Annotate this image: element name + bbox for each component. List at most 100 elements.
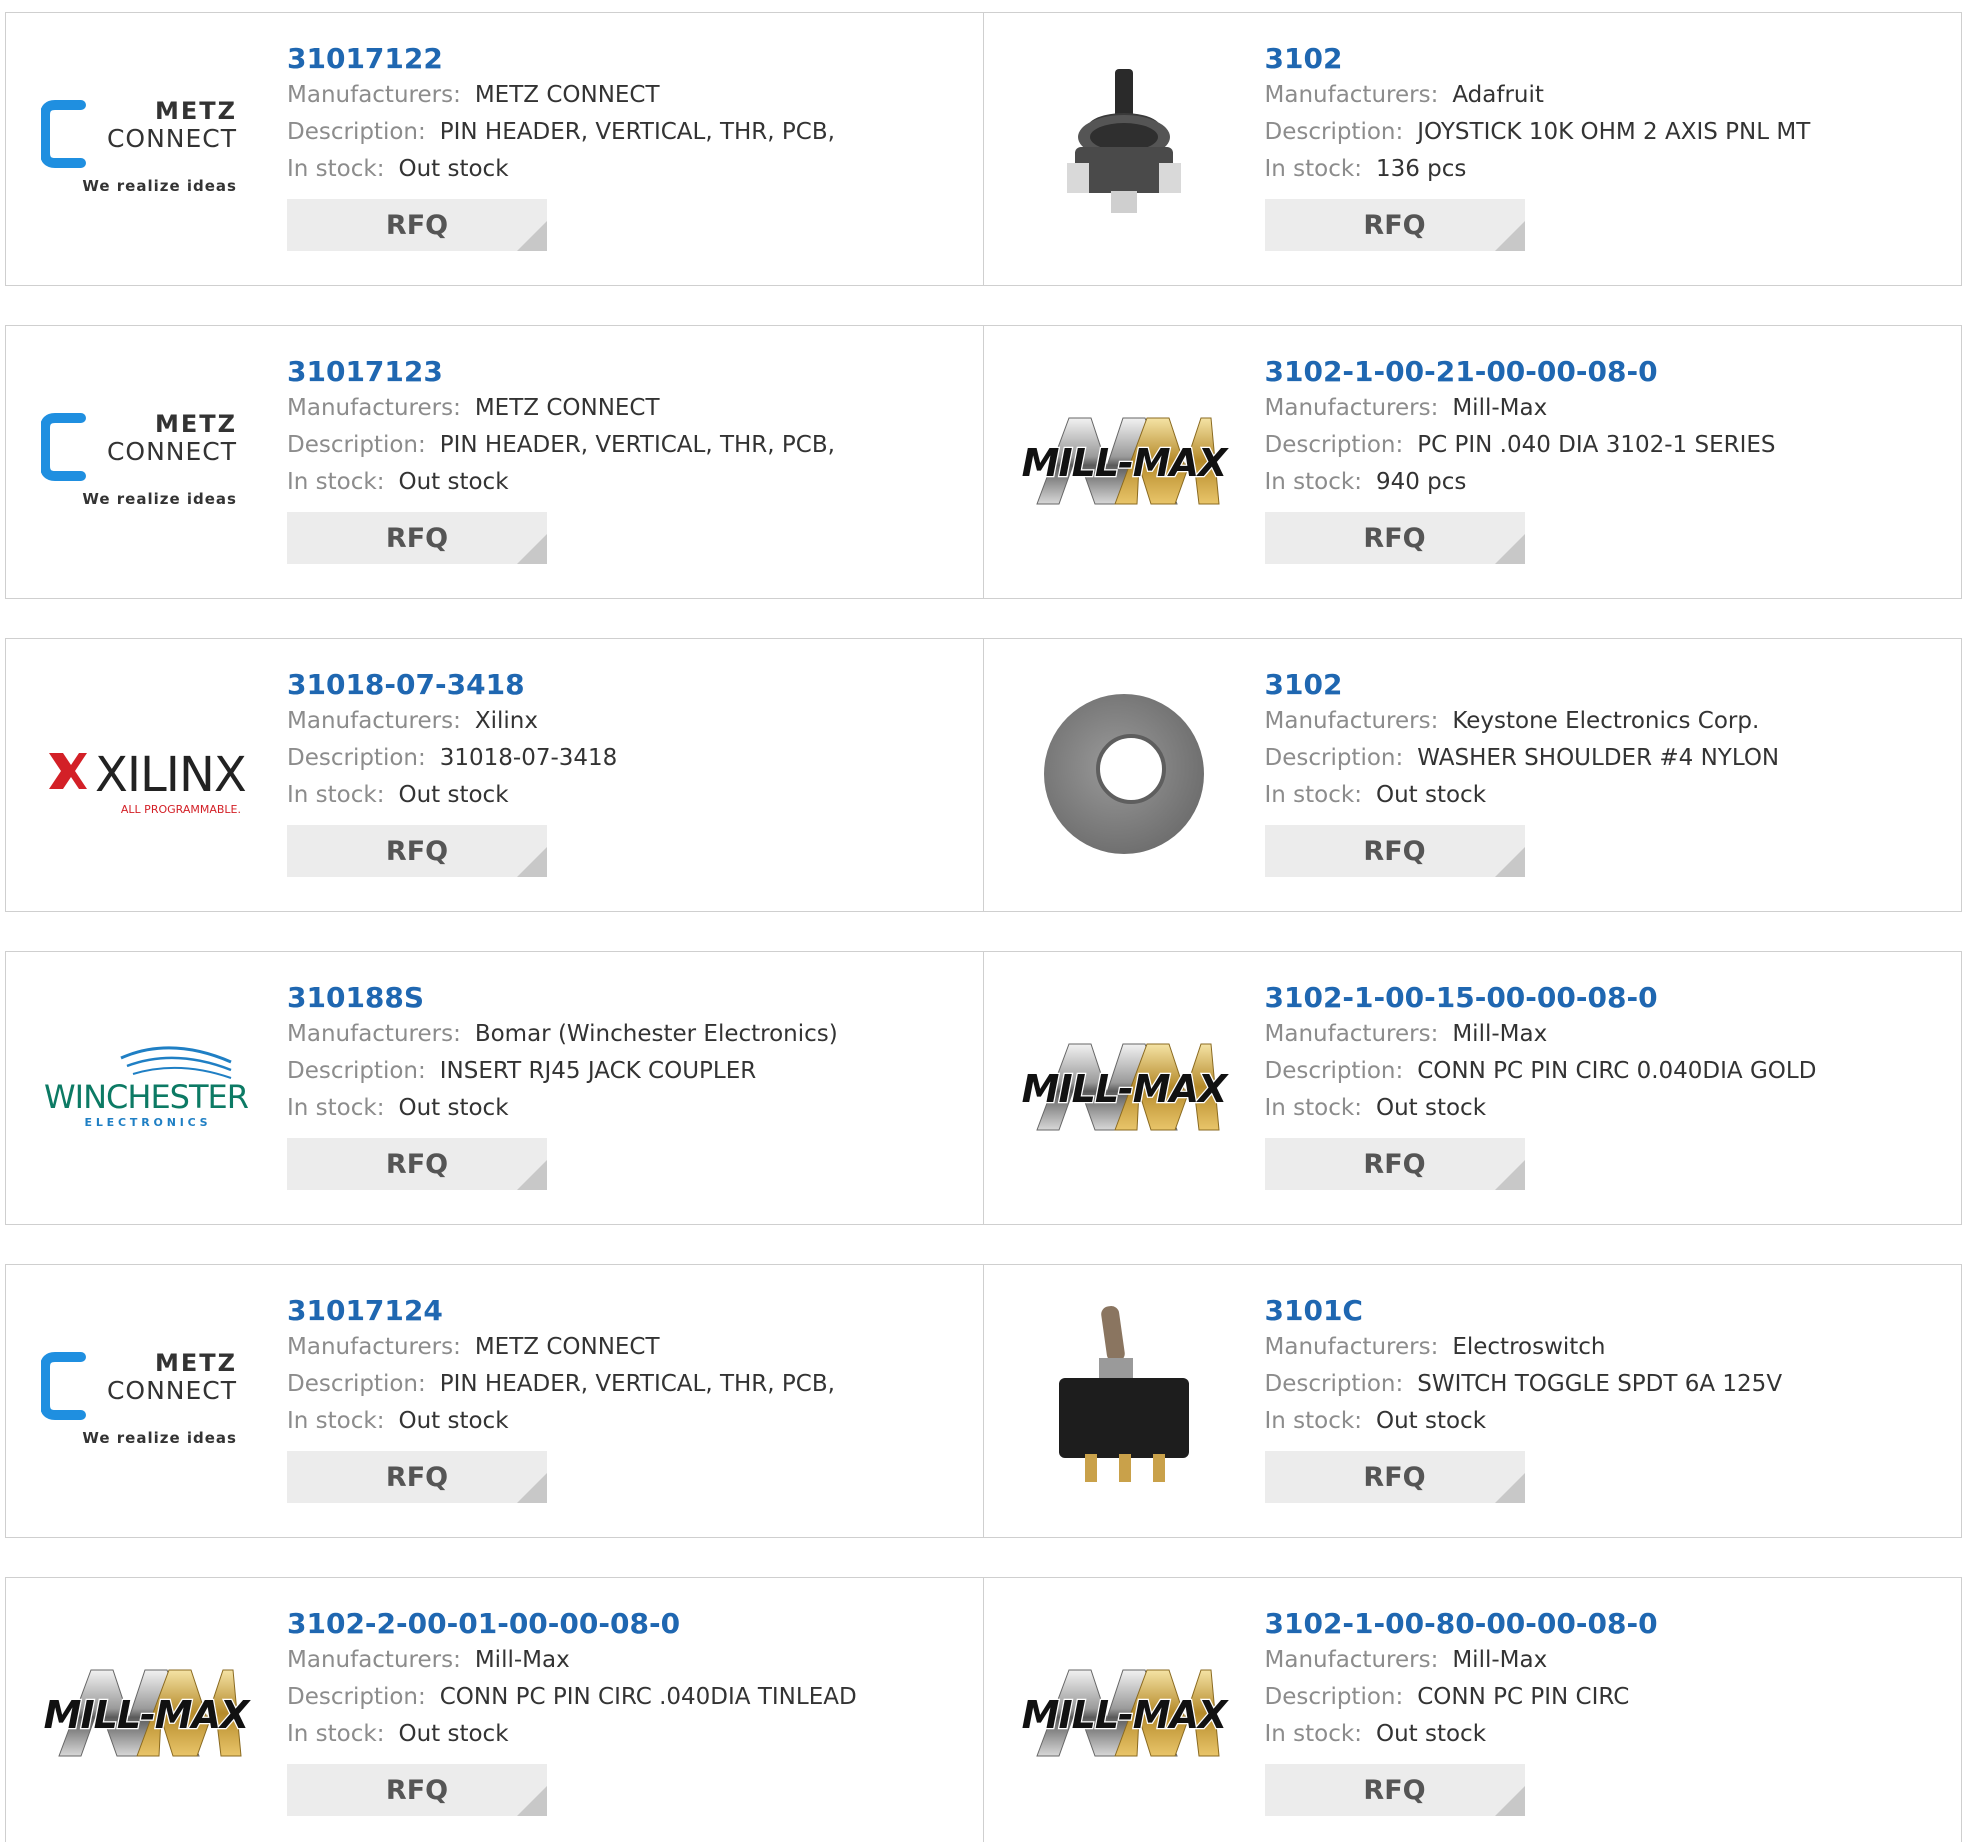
- description-line: Description: INSERT RJ45 JACK COUPLER: [287, 1053, 973, 1090]
- metz-logo-line2: CONNECT: [107, 437, 237, 466]
- product-grid: METZ CONNECT We realize ideas 31017122 M…: [5, 12, 1962, 1842]
- product-image[interactable]: XILINX ALL PROGRAMMABLE.: [41, 709, 251, 839]
- rfq-corner-decoration: [517, 534, 547, 564]
- product-card: 3102 Manufacturers: Adafruit Description:…: [984, 13, 1962, 285]
- stock-value: Out stock: [1375, 1408, 1487, 1434]
- rfq-label: RFQ: [1363, 209, 1426, 241]
- stock-line: In stock: Out stock: [287, 151, 973, 188]
- part-number-link[interactable]: 3102: [1265, 667, 1343, 703]
- product-card: MILL-MAX 3102-2-00-01-00-00-08-0 Manufac…: [6, 1578, 984, 1842]
- product-image[interactable]: MILL-MAX: [41, 1648, 251, 1778]
- product-info: 3101C Manufacturers: Electroswitch Descri…: [1264, 1293, 1952, 1503]
- stock-label: In stock:: [1264, 1408, 1362, 1434]
- product-card: MILL-MAX 3102-1-00-15-00-00-08-0 Manufac…: [984, 952, 1962, 1224]
- description-label: Description:: [287, 1371, 426, 1397]
- part-number-link[interactable]: 31017124: [287, 1293, 443, 1329]
- manufacturer-value: Xilinx: [474, 708, 538, 734]
- rfq-button[interactable]: RFQ: [287, 512, 547, 564]
- stock-value: Out stock: [398, 1408, 509, 1434]
- part-number-link[interactable]: 3102: [1265, 41, 1343, 77]
- stock-value: Out stock: [398, 1095, 509, 1121]
- rfq-button[interactable]: RFQ: [1264, 512, 1525, 564]
- part-number-link[interactable]: 31017122: [287, 41, 443, 77]
- description-label: Description:: [287, 119, 426, 145]
- rfq-button[interactable]: RFQ: [1264, 1764, 1525, 1816]
- rfq-button[interactable]: RFQ: [287, 199, 547, 251]
- rfq-button[interactable]: RFQ: [287, 825, 547, 877]
- description-value: 31018-07-3418: [439, 745, 618, 771]
- description-line: Description: CONN PC PIN CIRC 0.040DIA GO…: [1265, 1053, 1952, 1090]
- part-number-link[interactable]: 3102-1-00-15-00-00-08-0: [1265, 980, 1658, 1016]
- product-image[interactable]: [1019, 1306, 1229, 1482]
- mill-max-logo: MILL-MAX: [1020, 417, 1229, 505]
- winchester-logo: WINCHESTER E L E C T R O N I C S: [44, 1046, 250, 1129]
- rfq-button[interactable]: RFQ: [287, 1764, 547, 1816]
- mill-max-logo: MILL-MAX: [1020, 1043, 1229, 1131]
- washer-image: [1043, 694, 1204, 854]
- manufacturer-line: Manufacturers: METZ CONNECT: [287, 77, 973, 114]
- manufacturer-line: Manufacturers: METZ CONNECT: [287, 1329, 973, 1366]
- svg-text:ALL PROGRAMMABLE.: ALL PROGRAMMABLE.: [121, 803, 241, 816]
- product-image[interactable]: [1019, 694, 1229, 854]
- stock-label: In stock:: [287, 469, 385, 495]
- product-image[interactable]: METZ CONNECT We realize ideas: [41, 83, 251, 213]
- rfq-button[interactable]: RFQ: [287, 1451, 547, 1503]
- description-value: SWITCH TOGGLE SPDT 6A 125V: [1417, 1371, 1783, 1397]
- product-row: METZ CONNECT We realize ideas 31017123 M…: [5, 325, 1962, 599]
- rfq-button[interactable]: RFQ: [287, 1138, 547, 1190]
- stock-value: Out stock: [1375, 1095, 1487, 1121]
- rfq-button[interactable]: RFQ: [1264, 825, 1525, 877]
- part-number-link[interactable]: 3101C: [1265, 1293, 1363, 1329]
- description-line: Description: WASHER SHOULDER #4 NYLON: [1265, 740, 1952, 777]
- rfq-corner-decoration: [517, 221, 547, 251]
- product-image[interactable]: MILL-MAX: [1019, 1648, 1229, 1778]
- rfq-button[interactable]: RFQ: [1264, 199, 1525, 251]
- manufacturer-value: Keystone Electronics Corp.: [1452, 708, 1760, 734]
- metz-logo-line1: METZ: [155, 97, 237, 125]
- part-number-link[interactable]: 3102-1-00-80-00-00-08-0: [1265, 1606, 1658, 1642]
- stock-line: In stock: Out stock: [1265, 1090, 1952, 1127]
- product-info: 310188S Manufacturers: Bomar (Winchester …: [287, 980, 973, 1190]
- part-number-link[interactable]: 310188S: [287, 980, 424, 1016]
- stock-value: Out stock: [398, 469, 509, 495]
- description-label: Description:: [1264, 745, 1404, 771]
- product-image[interactable]: MILL-MAX: [1019, 396, 1229, 526]
- product-image[interactable]: METZ CONNECT We realize ideas: [41, 396, 251, 526]
- manufacturer-value: Mill-Max: [1452, 395, 1548, 421]
- manufacturer-label: Manufacturers:: [287, 708, 461, 734]
- product-image[interactable]: METZ CONNECT We realize ideas: [41, 1335, 251, 1465]
- description-value: INSERT RJ45 JACK COUPLER: [439, 1058, 757, 1084]
- product-card: METZ CONNECT We realize ideas 31017123 M…: [6, 326, 984, 598]
- rfq-label: RFQ: [1363, 1461, 1426, 1493]
- product-card: 3102 Manufacturers: Keystone Electronics …: [984, 639, 1962, 911]
- description-value: PIN HEADER, VERTICAL, THR, PCB,: [439, 432, 835, 458]
- manufacturer-line: Manufacturers: Mill-Max: [1265, 1642, 1952, 1679]
- stock-line: In stock: Out stock: [1265, 1716, 1952, 1753]
- rfq-button[interactable]: RFQ: [1264, 1138, 1525, 1190]
- product-image[interactable]: [1019, 69, 1229, 213]
- part-number-link[interactable]: 31018-07-3418: [287, 667, 525, 703]
- description-line: Description: PIN HEADER, VERTICAL, THR, P…: [287, 427, 973, 464]
- manufacturer-value: Mill-Max: [1452, 1021, 1548, 1047]
- product-image[interactable]: WINCHESTER E L E C T R O N I C S: [41, 1022, 251, 1152]
- manufacturer-label: Manufacturers:: [1264, 1334, 1439, 1360]
- description-value: PC PIN .040 DIA 3102-1 SERIES: [1417, 432, 1776, 458]
- stock-line: In stock: Out stock: [287, 464, 973, 501]
- rfq-button[interactable]: RFQ: [1264, 1451, 1525, 1503]
- part-number-link[interactable]: 31017123: [287, 354, 443, 390]
- manufacturer-label: Manufacturers:: [287, 1334, 461, 1360]
- part-number-link[interactable]: 3102-2-00-01-00-00-08-0: [287, 1606, 680, 1642]
- manufacturer-line: Manufacturers: Mill-Max: [1265, 1016, 1952, 1053]
- product-card: MILL-MAX 3102-1-00-80-00-00-08-0 Manufac…: [984, 1578, 1962, 1842]
- svg-text:MILL-MAX: MILL-MAX: [44, 1693, 251, 1737]
- part-number-link[interactable]: 3102-1-00-21-00-00-08-0: [1265, 354, 1658, 390]
- svg-text:MILL-MAX: MILL-MAX: [1021, 1067, 1228, 1111]
- rfq-label: RFQ: [1363, 522, 1426, 554]
- metz-logo-tagline: We realize ideas: [82, 177, 237, 195]
- product-image[interactable]: MILL-MAX: [1019, 1022, 1229, 1152]
- manufacturer-label: Manufacturers:: [1264, 708, 1439, 734]
- product-info: 3102-1-00-15-00-00-08-0 Manufacturers: Mi…: [1264, 980, 1952, 1190]
- description-label: Description:: [1264, 119, 1404, 145]
- manufacturer-line: Manufacturers: METZ CONNECT: [287, 390, 973, 427]
- manufacturer-value: Adafruit: [1452, 82, 1544, 108]
